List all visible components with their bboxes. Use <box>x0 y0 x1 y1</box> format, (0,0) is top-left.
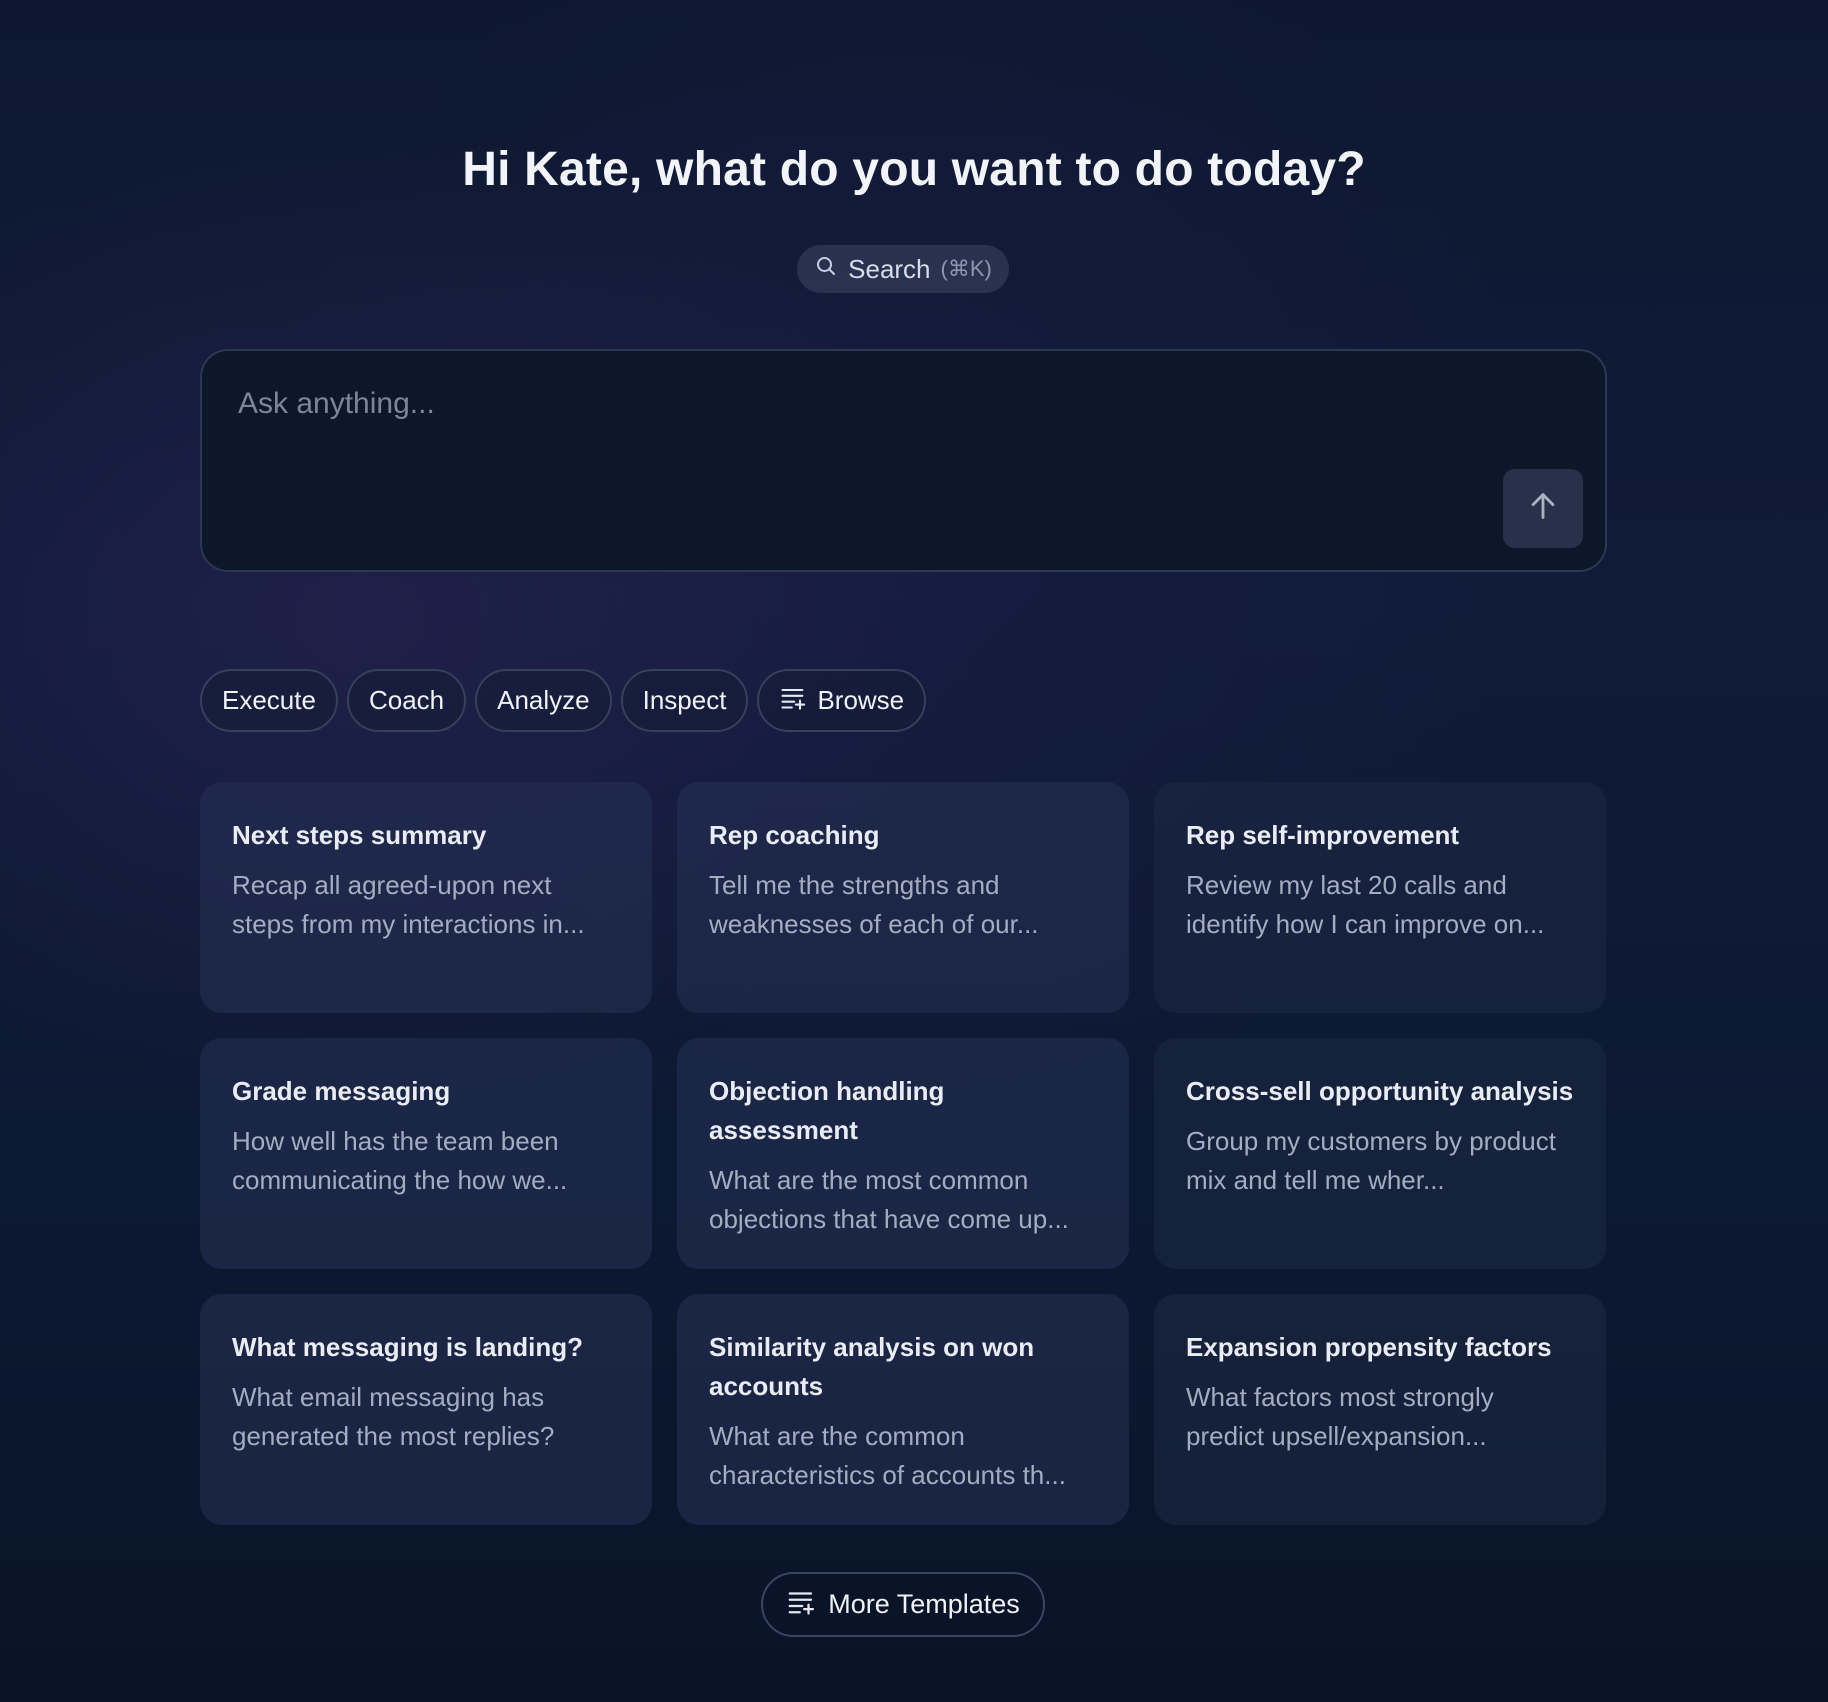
chip-browse[interactable]: Browse <box>757 669 927 732</box>
card-title: What messaging is landing? <box>232 1332 584 1362</box>
card-description: Group my customers by product mix and te… <box>1186 1126 1556 1195</box>
template-card[interactable]: Next steps summary Recap all agreed-upon… <box>200 782 652 1013</box>
card-description: What are the common characteristics of a… <box>709 1421 1066 1490</box>
template-grid: Next steps summary Recap all agreed-upon… <box>200 782 1606 1525</box>
send-button[interactable] <box>1503 469 1583 548</box>
chip-label: Inspect <box>642 685 727 715</box>
card-title: Grade messaging <box>232 1076 451 1106</box>
more-templates-label: More Templates <box>828 1589 1020 1619</box>
chip-execute[interactable]: Execute <box>200 669 338 732</box>
chip-label: Execute <box>222 685 316 715</box>
template-card[interactable]: Grade messaging How well has the team be… <box>200 1038 652 1269</box>
card-description: How well has the team been communicating… <box>232 1126 568 1195</box>
card-description: What are the most common objections that… <box>709 1165 1069 1234</box>
list-icon <box>786 1586 816 1623</box>
ask-input[interactable] <box>238 387 1438 507</box>
card-title: Objection handling assessment <box>709 1076 945 1145</box>
home-page: Hi Kate, what do you want to do today? S… <box>0 0 1828 1702</box>
arrow-up-icon <box>1526 489 1560 528</box>
card-title: Next steps summary <box>232 820 487 850</box>
template-card[interactable]: Similarity analysis on won accounts What… <box>677 1294 1129 1525</box>
chip-label: Coach <box>368 685 445 715</box>
template-card[interactable]: Rep coaching Tell me the strengths and w… <box>677 782 1129 1013</box>
list-icon <box>779 683 807 718</box>
card-title: Cross-sell opportunity analysis <box>1186 1076 1574 1106</box>
template-card[interactable]: Expansion propensity factors What factor… <box>1154 1294 1606 1525</box>
chip-coach[interactable]: Coach <box>346 669 467 732</box>
search-label: Search <box>848 253 931 284</box>
card-description: Review my last 20 calls and identify how… <box>1186 870 1545 939</box>
card-title: Rep coaching <box>709 820 880 850</box>
template-card[interactable]: Rep self-improvement Review my last 20 c… <box>1154 782 1606 1013</box>
chip-label: Browse <box>817 685 905 715</box>
card-title: Expansion propensity factors <box>1186 1332 1552 1362</box>
chip-label: Analyze <box>497 685 590 715</box>
greeting-heading: Hi Kate, what do you want to do today? <box>462 143 1366 196</box>
chip-inspect[interactable]: Inspect <box>620 669 749 732</box>
card-title: Similarity analysis on won accounts <box>709 1332 1035 1401</box>
search-shortcut: (⌘K) <box>940 256 992 281</box>
card-title: Rep self-improvement <box>1186 820 1460 850</box>
card-description: What email messaging has generated the m… <box>232 1382 555 1451</box>
template-card[interactable]: Cross-sell opportunity analysis Group my… <box>1154 1038 1606 1269</box>
mode-chips: Execute Coach Analyze Inspect Browse <box>200 669 927 732</box>
card-description: Recap all agreed-upon next steps from my… <box>232 870 585 939</box>
search-icon <box>814 254 838 285</box>
template-card[interactable]: Objection handling assessment What are t… <box>677 1038 1129 1269</box>
template-card[interactable]: What messaging is landing? What email me… <box>200 1294 652 1525</box>
search-button[interactable]: Search (⌘K) <box>797 245 1009 293</box>
card-description: What factors most strongly predict upsel… <box>1186 1382 1494 1451</box>
card-description: Tell me the strengths and weaknesses of … <box>709 870 1039 939</box>
chip-analyze[interactable]: Analyze <box>475 669 612 732</box>
more-templates-button[interactable]: More Templates <box>761 1572 1045 1637</box>
ask-input-box <box>200 349 1607 572</box>
